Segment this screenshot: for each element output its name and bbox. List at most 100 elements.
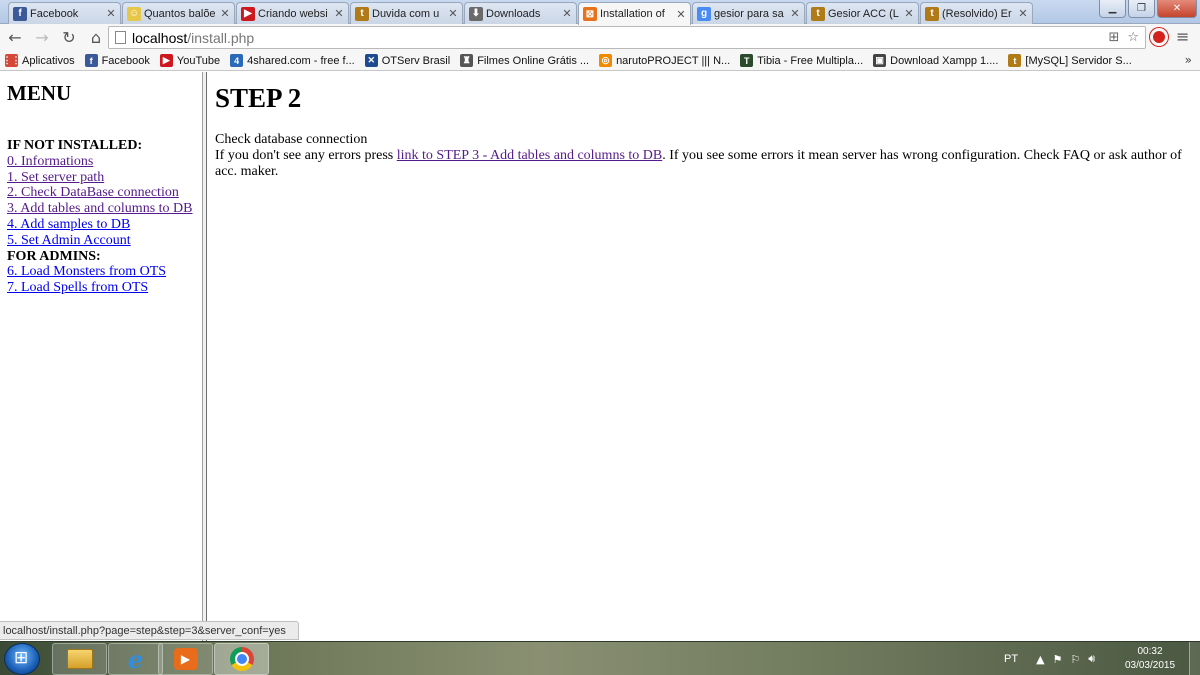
- instructions-text-before: If you don't see any errors press: [215, 148, 397, 163]
- hamburger-menu-icon: ≡: [1176, 27, 1190, 46]
- bookmark-favicon-icon: ⋮⋮: [2, 54, 21, 67]
- reload-button[interactable]: ↻: [57, 26, 81, 50]
- taskbar-ie-button[interactable]: e: [108, 643, 163, 675]
- tab-title: Duvida com u: [372, 7, 440, 20]
- folder-icon: [66, 649, 93, 669]
- bookmark-item[interactable]: ♜ Filmes Online Grátis ...: [460, 54, 589, 67]
- tab-close-icon[interactable]: ✕: [333, 7, 345, 20]
- tab-close-icon[interactable]: ✕: [1017, 7, 1029, 20]
- bookmark-item[interactable]: ✕ OTServ Brasil: [364, 54, 451, 67]
- bookmark-item[interactable]: f Facebook: [84, 54, 150, 67]
- menu-link[interactable]: 3. Add tables and columns to DB: [7, 201, 193, 217]
- bookmark-item[interactable]: 4 4shared.com - free f...: [230, 54, 355, 67]
- tab-close-icon[interactable]: ✕: [675, 8, 687, 21]
- bookmark-favicon-icon: 4: [230, 54, 244, 67]
- media-player-icon: ▶: [173, 648, 198, 670]
- step-description: Check database connection: [215, 132, 368, 147]
- tab-favicon-icon: t: [355, 6, 369, 21]
- browser-menu-button[interactable]: ≡: [1176, 27, 1189, 46]
- browser-tab[interactable]: ▶ Criando websi ✕: [236, 2, 349, 24]
- system-clock[interactable]: 00:32 03/03/2015: [1118, 645, 1182, 673]
- taskbar-chrome-button[interactable]: [214, 643, 269, 675]
- menu-link[interactable]: 7. Load Spells from OTS: [7, 280, 193, 296]
- content-frame: STEP 2 Check database connection If you …: [207, 72, 1200, 641]
- home-button[interactable]: ⌂: [84, 26, 108, 50]
- menu-link[interactable]: 0. Informations: [7, 154, 193, 170]
- bookmark-item[interactable]: ▶ YouTube: [159, 54, 221, 67]
- maximize-icon: ❐: [1137, 3, 1146, 14]
- browser-tab[interactable]: ⊠ Installation of ✕: [578, 2, 691, 25]
- back-button[interactable]: ←: [3, 26, 27, 50]
- bookmark-favicon-icon: t: [1008, 54, 1022, 67]
- tab-favicon-icon: t: [925, 6, 939, 21]
- bookmark-item[interactable]: t [MySQL] Servidor S...: [1008, 54, 1132, 67]
- browser-tab[interactable]: t Gesior ACC (L ✕: [806, 2, 919, 24]
- bookmark-label: OTServ Brasil: [381, 54, 451, 67]
- windows-taskbar: e ▶ PT ▲ ⚑ ⚐ 🔊︎ 00:32 03/03/2015: [0, 641, 1200, 675]
- start-button[interactable]: [4, 643, 40, 675]
- close-window-button[interactable]: ✕: [1157, 0, 1197, 18]
- bookmark-item[interactable]: ⋮⋮ Aplicativos: [2, 54, 75, 67]
- show-hidden-icons-icon[interactable]: ▲: [1036, 653, 1044, 666]
- next-step-link[interactable]: link to STEP 3 - Add tables and columns …: [397, 148, 662, 163]
- bookmark-star-icon[interactable]: ☆: [1127, 30, 1139, 45]
- forward-arrow-icon: →: [35, 28, 49, 47]
- bookmarks-overflow-icon[interactable]: »: [1185, 53, 1192, 67]
- translate-icon[interactable]: ⊞: [1108, 30, 1119, 45]
- address-bar-actions: ⊞ ☆: [1108, 30, 1139, 45]
- browser-tab[interactable]: ⬇ Downloads ✕: [464, 2, 577, 24]
- menu-link[interactable]: 6. Load Monsters from OTS: [7, 264, 193, 280]
- page-icon: [115, 31, 126, 44]
- address-path: /install.php: [187, 29, 255, 46]
- minimize-icon: ▁: [1108, 3, 1117, 14]
- taskbar-media-button[interactable]: ▶: [158, 643, 213, 675]
- step-content: Check database connection If you don't s…: [215, 132, 1195, 180]
- menu-link[interactable]: 5. Set Admin Account: [7, 233, 193, 249]
- menu-section-heading: FOR ADMINS:: [7, 248, 101, 264]
- browser-tab[interactable]: g gesior para sa ✕: [692, 2, 805, 24]
- tab-close-icon[interactable]: ✕: [105, 7, 117, 20]
- volume-icon[interactable]: 🔊︎: [1088, 652, 1095, 666]
- address-host: localhost: [132, 29, 188, 46]
- bookmark-item[interactable]: T Tibia - Free Multipla...: [740, 54, 863, 67]
- tab-title: Gesior ACC (L: [828, 7, 899, 20]
- bookmark-item[interactable]: ▣ Download Xampp 1....: [873, 54, 998, 67]
- bookmark-label: Filmes Online Grátis ...: [477, 54, 590, 67]
- browser-tab[interactable]: t (Resolvido) Er ✕: [920, 2, 1033, 24]
- tab-favicon-icon: ⬇: [469, 6, 483, 21]
- tab-close-icon[interactable]: ✕: [903, 7, 915, 20]
- bookmark-item[interactable]: ◎ narutoPROJECT ||| N...: [599, 54, 730, 67]
- forward-button[interactable]: →: [30, 26, 54, 50]
- tab-strip: ▁ ❐ ✕ f Facebook ✕ ☺ Quantos balõe ✕ ▶ Criando …: [0, 0, 1200, 25]
- bookmark-label: Download Xampp 1....: [890, 54, 999, 67]
- maximize-button[interactable]: ❐: [1128, 0, 1155, 18]
- opera-extension-icon[interactable]: [1150, 28, 1168, 46]
- internet-explorer-icon: e: [127, 644, 144, 674]
- reload-icon: ↻: [62, 28, 76, 47]
- address-bar[interactable]: localhost/install.php ⊞ ☆: [108, 26, 1146, 49]
- bookmark-label: YouTube: [176, 54, 221, 67]
- minimize-button[interactable]: ▁: [1099, 0, 1126, 18]
- network-icon[interactable]: ⚑: [1053, 653, 1063, 666]
- browser-tab[interactable]: t Duvida com u ✕: [350, 2, 463, 24]
- browser-tab[interactable]: ☺ Quantos balõe ✕: [122, 2, 235, 24]
- tab-close-icon[interactable]: ✕: [561, 7, 573, 20]
- menu-link[interactable]: 1. Set server path: [7, 170, 193, 186]
- tab-close-icon[interactable]: ✕: [219, 7, 231, 20]
- tab-close-icon[interactable]: ✕: [447, 7, 459, 20]
- show-desktop-button[interactable]: [1189, 642, 1200, 675]
- menu-title: MENU: [7, 81, 72, 105]
- tab-title: gesior para sa: [714, 7, 784, 20]
- browser-tab[interactable]: f Facebook ✕: [8, 2, 121, 24]
- bookmark-label: [MySQL] Servidor S...: [1025, 54, 1132, 67]
- menu-link[interactable]: 4. Add samples to DB: [7, 217, 193, 233]
- browser-toolbar: ← → ↻ ⌂ localhost/install.php ⊞ ☆ ≡: [0, 24, 1200, 51]
- close-icon: ✕: [1172, 3, 1182, 14]
- tab-close-icon[interactable]: ✕: [789, 7, 801, 20]
- system-tray: PT ▲ ⚑ ⚐ 🔊︎: [1004, 642, 1095, 675]
- language-indicator[interactable]: PT: [1004, 653, 1018, 665]
- bookmark-favicon-icon: ◎: [599, 54, 613, 67]
- menu-link[interactable]: 2. Check DataBase connection: [7, 185, 193, 201]
- taskbar-explorer-button[interactable]: [52, 643, 107, 675]
- action-center-icon[interactable]: ⚐: [1070, 653, 1080, 666]
